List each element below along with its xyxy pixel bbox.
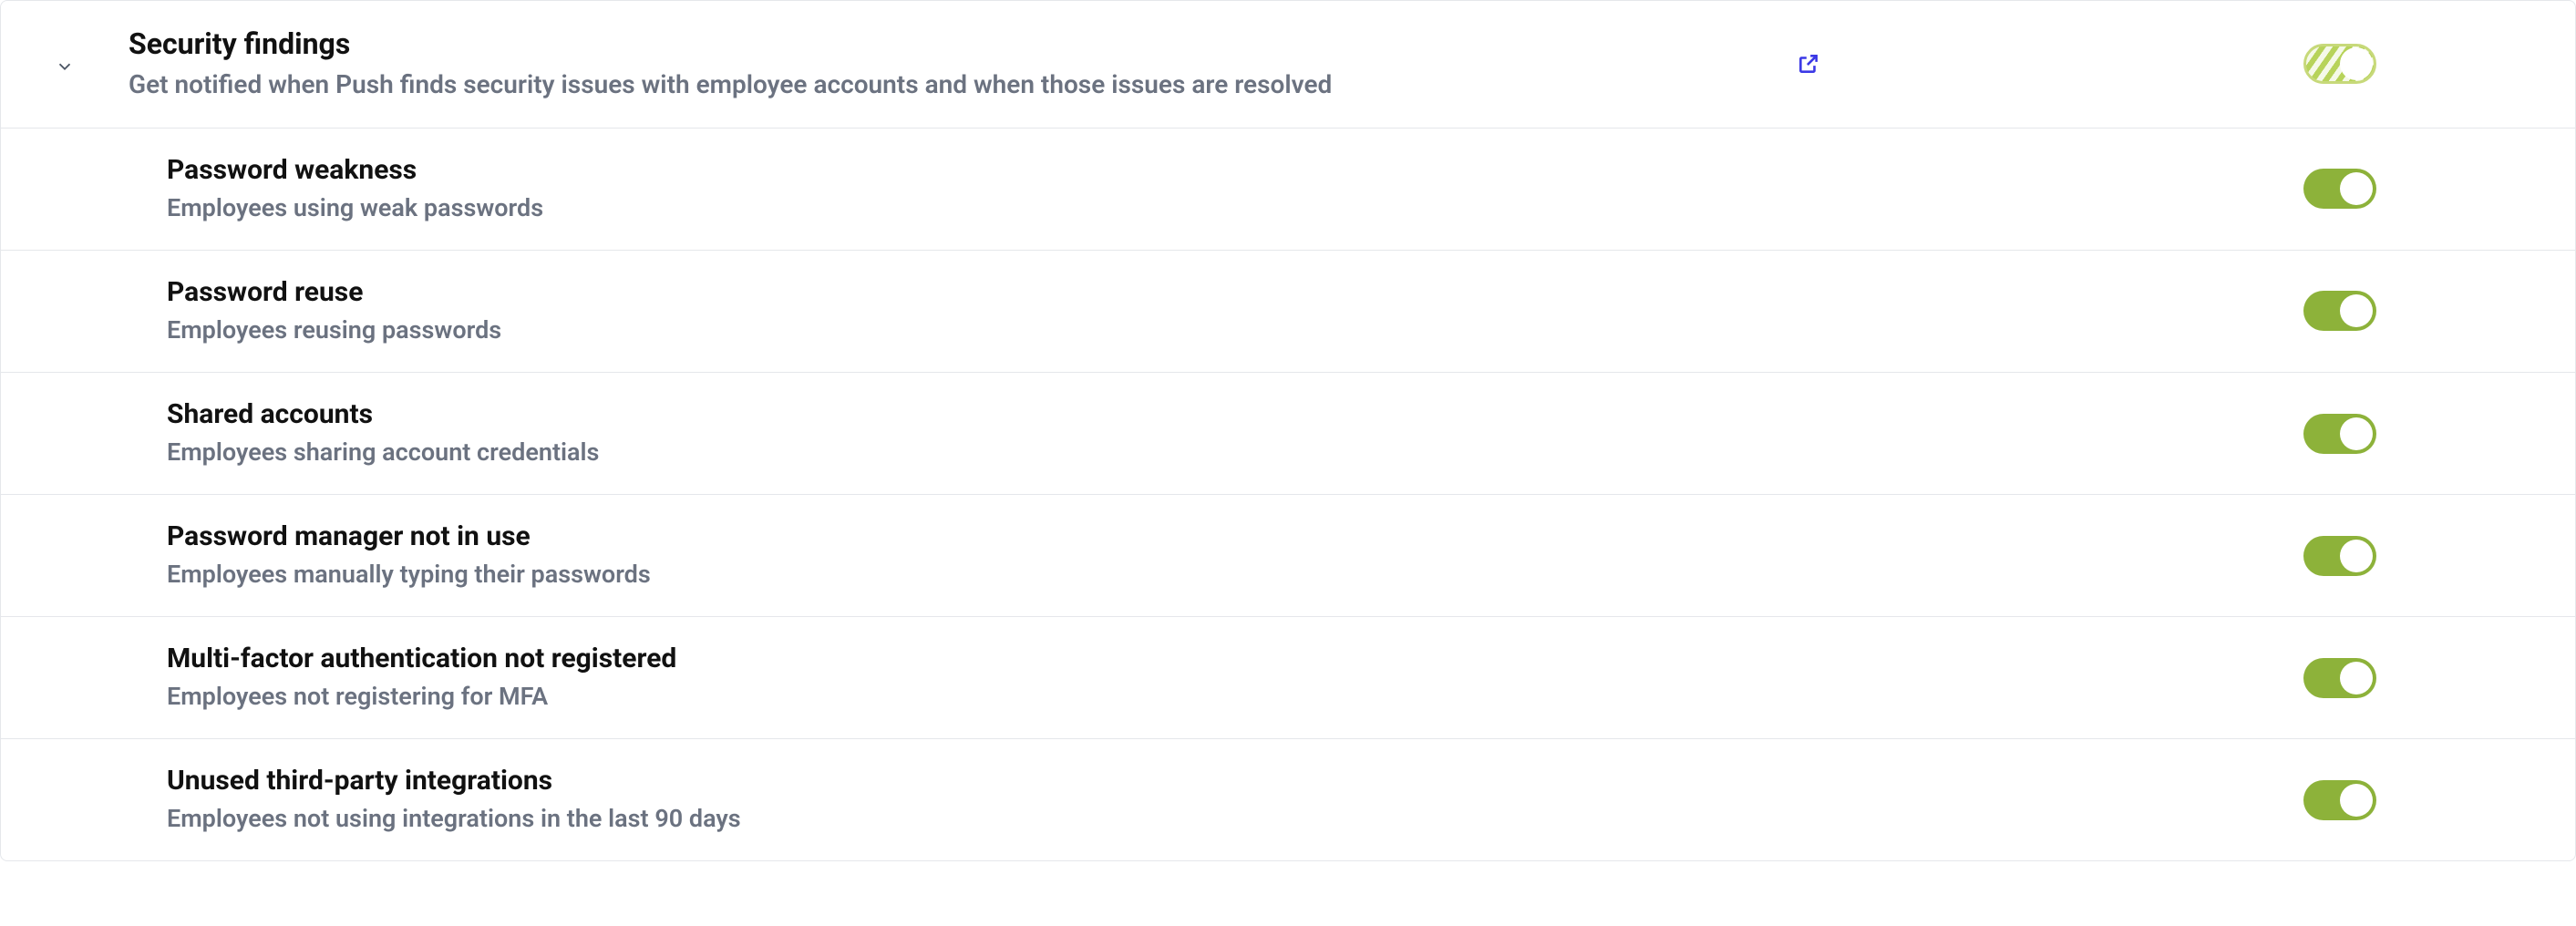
- setting-text: Shared accounts Employees sharing accoun…: [167, 398, 1875, 468]
- setting-row: Unused third-party integrations Employee…: [1, 739, 2575, 860]
- setting-text: Password reuse Employees reusing passwor…: [167, 276, 1875, 346]
- external-link-icon[interactable]: [1789, 48, 1820, 79]
- setting-text: Multi-factor authentication not register…: [167, 643, 1875, 713]
- setting-row: Password manager not in use Employees ma…: [1, 495, 2575, 617]
- setting-description: Employees sharing account credentials: [167, 437, 1875, 468]
- toggle-knob: [2340, 47, 2373, 80]
- section-header-text: Security findings Get notified when Push…: [129, 26, 1789, 102]
- section-master-toggle[interactable]: [2303, 44, 2376, 84]
- setting-title: Shared accounts: [167, 398, 1875, 431]
- setting-row: Shared accounts Employees sharing accoun…: [1, 373, 2575, 495]
- setting-toggle-unused-integrations[interactable]: [2303, 780, 2376, 820]
- setting-toggle-mfa[interactable]: [2303, 658, 2376, 698]
- toggle-knob: [2340, 172, 2373, 205]
- setting-title: Unused third-party integrations: [167, 765, 1875, 797]
- toggle-knob: [2340, 662, 2373, 694]
- setting-title: Password reuse: [167, 276, 1875, 309]
- setting-description: Employees using weak passwords: [167, 192, 1875, 224]
- setting-text: Password manager not in use Employees ma…: [167, 520, 1875, 591]
- setting-title: Password weakness: [167, 154, 1875, 187]
- toggle-knob: [2340, 294, 2373, 327]
- setting-text: Unused third-party integrations Employee…: [167, 765, 1875, 835]
- setting-title: Password manager not in use: [167, 520, 1875, 553]
- security-findings-panel: Security findings Get notified when Push…: [0, 0, 2576, 861]
- setting-description: Employees not registering for MFA: [167, 681, 1875, 713]
- toggle-knob: [2340, 540, 2373, 572]
- toggle-knob: [2340, 417, 2373, 450]
- section-title: Security findings: [129, 26, 1789, 61]
- setting-toggle-shared-accounts[interactable]: [2303, 414, 2376, 454]
- setting-title: Multi-factor authentication not register…: [167, 643, 1875, 675]
- setting-text: Password weakness Employees using weak p…: [167, 154, 1875, 224]
- setting-toggle-password-weakness[interactable]: [2303, 169, 2376, 209]
- setting-row: Password reuse Employees reusing passwor…: [1, 251, 2575, 373]
- setting-toggle-password-manager[interactable]: [2303, 536, 2376, 576]
- setting-row: Multi-factor authentication not register…: [1, 617, 2575, 739]
- section-header-row: Security findings Get notified when Push…: [1, 1, 2575, 129]
- setting-row: Password weakness Employees using weak p…: [1, 129, 2575, 251]
- section-description: Get notified when Push finds security is…: [129, 68, 1789, 101]
- setting-description: Employees not using integrations in the …: [167, 803, 1875, 835]
- setting-toggle-password-reuse[interactable]: [2303, 291, 2376, 331]
- setting-description: Employees reusing passwords: [167, 314, 1875, 346]
- chevron-down-icon[interactable]: [55, 57, 75, 77]
- setting-description: Employees manually typing their password…: [167, 559, 1875, 591]
- toggle-knob: [2340, 784, 2373, 817]
